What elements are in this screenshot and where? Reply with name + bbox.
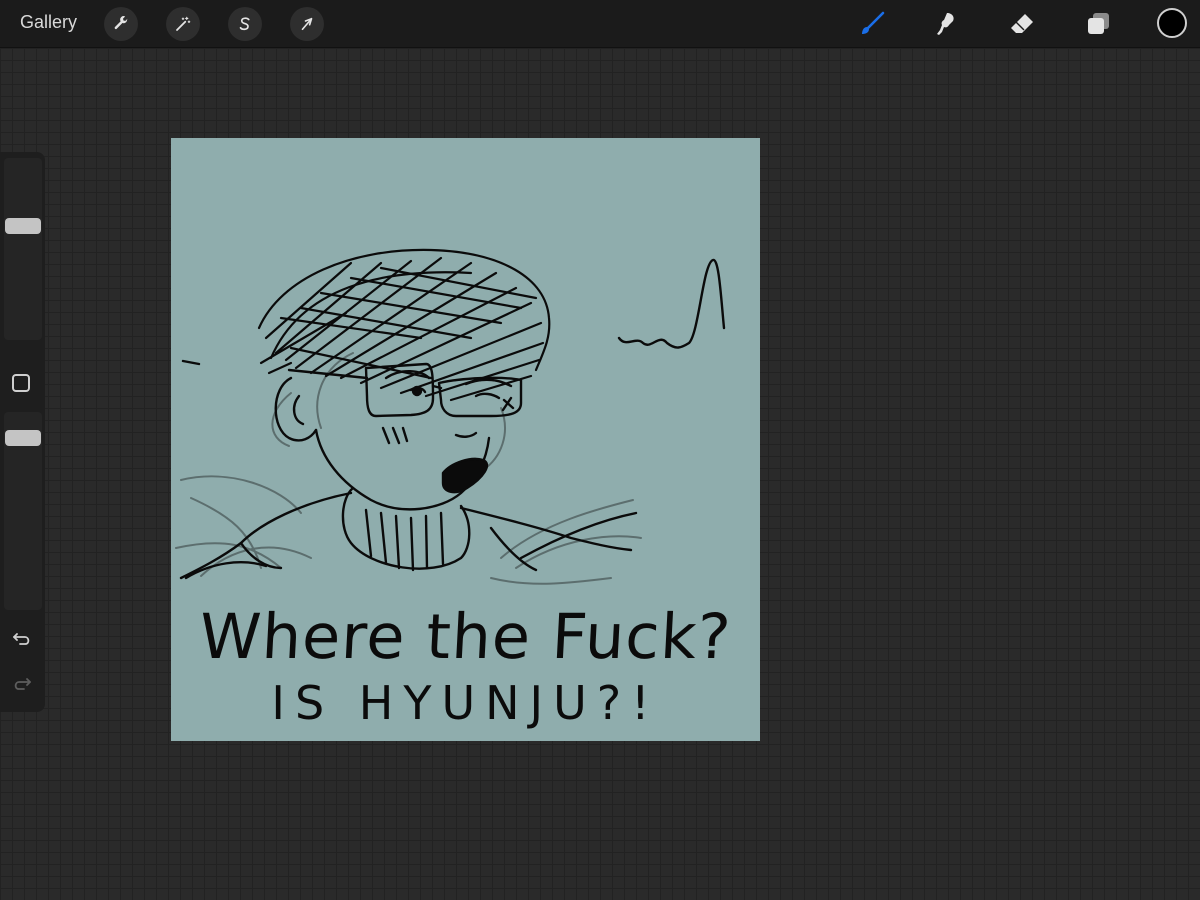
left-sidebar [0, 152, 45, 712]
caption-line-1: Where the Fuck? [197, 600, 734, 673]
caption-line-2: IS HYUNJU?! [271, 676, 660, 730]
brush-size-handle[interactable] [5, 218, 41, 234]
color-picker-button[interactable] [1157, 8, 1187, 38]
layers-button[interactable] [1082, 8, 1114, 40]
selection-s-icon [239, 17, 250, 31]
gallery-button[interactable]: Gallery [20, 12, 77, 33]
opacity-handle[interactable] [5, 430, 41, 446]
drawing-canvas[interactable]: Where the Fuck? IS HYUNJU?! [171, 138, 760, 741]
modify-button[interactable] [12, 374, 30, 392]
actions-button[interactable] [104, 7, 138, 41]
top-toolbar: Gallery [0, 0, 1200, 48]
smudge-icon [937, 13, 954, 35]
brush-icon [862, 11, 885, 34]
transform-button[interactable] [290, 7, 324, 41]
magic-wand-icon [176, 16, 191, 31]
smudge-tool-button[interactable] [931, 8, 963, 40]
arrow-cursor-icon [301, 17, 313, 31]
selection-button[interactable] [228, 7, 262, 41]
procreate-workspace: Gallery Where the Fuck? IS HYUNJU?! [0, 0, 1200, 900]
undo-icon[interactable] [11, 628, 33, 650]
brush-tool-button[interactable] [856, 8, 888, 40]
eraser-tool-button[interactable] [1006, 8, 1038, 40]
brush-size-slider[interactable] [4, 158, 42, 340]
adjustments-button[interactable] [166, 7, 200, 41]
redo-icon[interactable] [11, 673, 33, 695]
layers-icon [1088, 13, 1109, 34]
wrench-icon [114, 16, 128, 30]
eraser-icon [1011, 14, 1033, 33]
